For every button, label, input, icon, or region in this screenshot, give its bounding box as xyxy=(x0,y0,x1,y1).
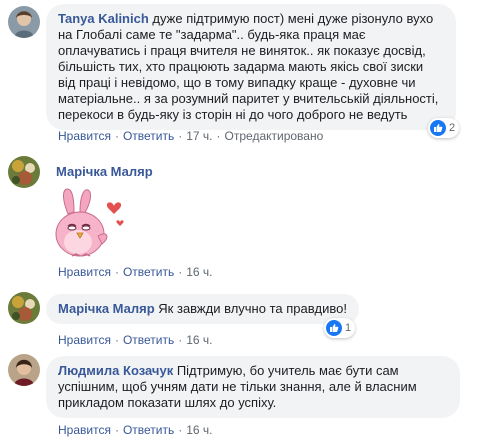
comment-text: Як завжди влучно та правдиво! xyxy=(158,301,347,316)
comment-bubble: Марічка Маляр Як завжди влучно та правди… xyxy=(46,294,359,324)
avatar[interactable] xyxy=(8,292,40,324)
like-button[interactable]: Нравится xyxy=(58,265,111,279)
reply-button[interactable]: Ответить xyxy=(123,265,174,279)
comment-author[interactable]: Людмила Козачук xyxy=(58,363,173,378)
reply-button[interactable]: Ответить xyxy=(123,333,174,347)
pink-bird-heart-sticker xyxy=(46,184,130,260)
timestamp[interactable]: 16 ч. xyxy=(186,265,212,279)
like-button[interactable]: Нравится xyxy=(58,423,111,437)
profile-photo xyxy=(8,156,40,188)
avatar[interactable] xyxy=(8,156,40,188)
reply-button[interactable]: Ответить xyxy=(123,423,174,437)
timestamp[interactable]: 17 ч. xyxy=(186,129,212,143)
comment-actions: Нравится · Ответить · 17 ч. · Отредактировано xyxy=(58,128,323,144)
profile-photo xyxy=(8,6,40,38)
reaction-count[interactable]: 1 xyxy=(324,318,356,338)
edited-label[interactable]: Отредактировано xyxy=(225,129,324,143)
separator: · xyxy=(178,265,183,279)
avatar[interactable] xyxy=(8,354,40,386)
comment-actions: Нравится · Ответить · 16 ч. xyxy=(58,332,213,348)
separator: · xyxy=(114,423,119,437)
comment-bubble: Людмила Козачук Підтримую, бо учитель ма… xyxy=(46,356,460,418)
separator: · xyxy=(114,265,119,279)
separator: · xyxy=(178,423,183,437)
comment-author[interactable]: Марічка Маляр xyxy=(56,164,153,179)
like-button[interactable]: Нравится xyxy=(58,333,111,347)
comment-bubble: Tanya Kalinich дуже підтримую пост) мені… xyxy=(46,4,456,130)
avatar[interactable] xyxy=(8,6,40,38)
comment-text: дуже підтримую пост) мені дуже різонуло … xyxy=(58,11,439,122)
separator: · xyxy=(178,129,183,143)
reaction-number: 1 xyxy=(345,322,352,334)
timestamp[interactable]: 16 ч. xyxy=(186,423,212,437)
comment-author[interactable]: Tanya Kalinich xyxy=(58,11,149,26)
separator: · xyxy=(178,333,183,347)
comment-author[interactable]: Марічка Маляр xyxy=(58,301,155,316)
comment-actions: Нравится · Ответить · 16 ч. xyxy=(58,422,213,438)
reply-button[interactable]: Ответить xyxy=(123,129,174,143)
separator: · xyxy=(114,333,119,347)
profile-photo xyxy=(8,292,40,324)
reaction-count[interactable]: 2 xyxy=(428,118,460,138)
reaction-number: 2 xyxy=(449,122,456,134)
separator: · xyxy=(216,129,221,143)
comment-actions: Нравится · Ответить · 16 ч. xyxy=(58,264,213,280)
thumbs-up-icon xyxy=(430,120,446,136)
separator: · xyxy=(114,129,119,143)
thumbs-up-icon xyxy=(326,320,342,336)
timestamp[interactable]: 16 ч. xyxy=(186,333,212,347)
like-button[interactable]: Нравится xyxy=(58,129,111,143)
profile-photo xyxy=(8,354,40,386)
